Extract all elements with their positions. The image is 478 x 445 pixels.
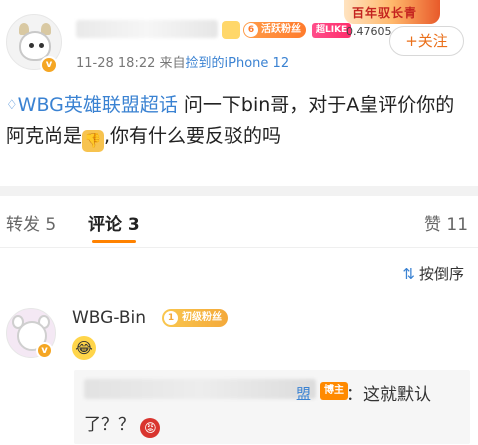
fan-level-number: 1 (164, 311, 178, 325)
source-prefix: 来自 (159, 56, 186, 71)
avatar-eye-right (39, 43, 44, 48)
super-topic-label: WBG英雄联盟超话 (17, 94, 178, 116)
avatar-eye-left (29, 43, 34, 48)
thumbs-down-icon: 👎 (82, 130, 105, 152)
laugh-cry-emoji-icon: 😂 (72, 336, 96, 360)
post-time: 11-28 18:22 (76, 56, 156, 71)
follow-button[interactable]: +关注 (389, 26, 464, 56)
host-badge: 博主 (320, 382, 348, 400)
super-topic-link[interactable]: ♢WBG英雄联盟超话 (6, 94, 178, 116)
diamond-icon: ♢ (6, 98, 18, 113)
tab-repost[interactable]: 转发 5 (6, 210, 56, 235)
post-body: ♢WBG英雄联盟超话 问一下bin哥，对于A皇评价你的阿克尚是 👎 ,你有什么要反驳… (6, 90, 470, 152)
promo-banner[interactable]: 百年驭长青 (344, 0, 440, 24)
verified-icon: v (36, 342, 53, 359)
reply-text-line1: ：这就默认 (346, 385, 431, 405)
section-divider (0, 186, 478, 196)
fan-club-icon (222, 21, 240, 39)
post-text-part2: ,你有什么要反驳的吗 (104, 125, 282, 147)
reply-author-tail[interactable]: 盟 (296, 383, 311, 404)
angry-emoji-icon: 😡 (140, 418, 161, 438)
sort-label: 按倒序 (418, 265, 464, 283)
commenter-name[interactable]: WBG-Bin (72, 308, 146, 328)
promo-text: 百年驭长青 (352, 6, 418, 20)
sort-icon: ⇅ (402, 265, 415, 283)
fan-level-badge[interactable]: 6 活跃粉丝 (243, 22, 306, 38)
reply-text-line2: 了？？ (84, 415, 135, 435)
post-header: v 6 活跃粉丝 超LIKE 百年驭长青 0.47605 11-28 18:22… (0, 0, 478, 78)
verified-icon: v (40, 56, 58, 74)
promo-number: 0.47605 (346, 25, 392, 38)
fan-badge-label: 活跃粉丝 (261, 24, 301, 35)
fan-level-number: 6 (244, 23, 258, 37)
interaction-tabs: 转发 5 评论 3 赞 11 (0, 196, 478, 248)
active-tab-indicator (92, 240, 136, 243)
reply-author-blurred[interactable] (84, 379, 316, 399)
source-device-link[interactable]: 捡到的iPhone 12 (186, 56, 290, 71)
post-meta: 11-28 18:22 来自捡到的iPhone 12 (76, 52, 289, 71)
reply-preview[interactable]: 盟 博主 ：这就默认 了？？ 😡 (74, 370, 470, 444)
reply-text-line2-row: 了？？ 😡 (84, 410, 161, 438)
sort-button[interactable]: ⇅ 按倒序 (402, 263, 464, 284)
commenter-fan-badge[interactable]: 1 初级粉丝 (162, 309, 228, 327)
poster-name-blurred[interactable] (76, 20, 218, 38)
tab-comment[interactable]: 评论 3 (88, 210, 140, 235)
comment-item: v WBG-Bin 1 初级粉丝 😂 盟 博主 ：这就默认 了？？ 😡 (0, 300, 478, 445)
fan-badge-label: 初级粉丝 (182, 312, 222, 323)
tab-like[interactable]: 赞 11 (424, 210, 468, 235)
sort-row: ⇅ 按倒序 (0, 248, 478, 294)
